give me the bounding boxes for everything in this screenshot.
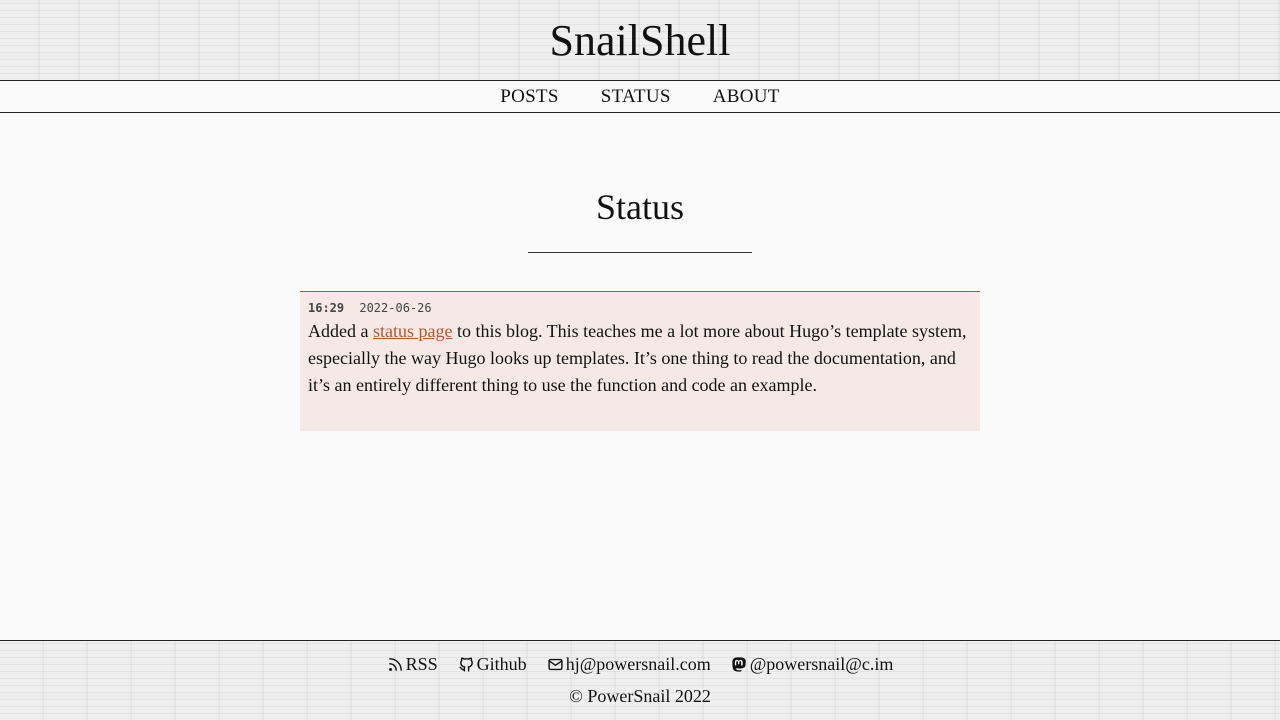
- status-time: 16:29: [308, 301, 345, 315]
- status-text: Added a status page to this blog. This t…: [308, 318, 972, 399]
- site-header: SnailShell: [0, 0, 1280, 80]
- page-title: Status: [595, 187, 684, 227]
- status-text-before: Added a: [308, 321, 373, 341]
- footer-link-email[interactable]: hj@powersnail.com: [547, 654, 711, 675]
- page: SnailShell POSTS STATUS ABOUT Status 16:…: [0, 0, 1280, 720]
- rss-icon: [387, 656, 404, 673]
- footer-link-mastodon[interactable]: @powersnail@c.im: [731, 653, 894, 675]
- footer-link-label: @powersnail@c.im: [749, 653, 894, 674]
- footer-links: RSS Github hj@powersnail.com @powersnail…: [0, 653, 1280, 675]
- heading-divider: [528, 252, 752, 253]
- site-title[interactable]: SnailShell: [550, 0, 731, 66]
- main-content: Status 16:29 2022-06-26 Added a status p…: [0, 113, 1280, 640]
- status-date: 2022-06-26: [359, 301, 432, 315]
- nav-item-about[interactable]: ABOUT: [713, 86, 780, 108]
- status-entry: 16:29 2022-06-26 Added a status page to …: [300, 291, 980, 431]
- footer-link-github[interactable]: Github: [458, 654, 527, 675]
- copyright: © PowerSnail 2022: [569, 686, 711, 706]
- status-meta: 16:29 2022-06-26: [308, 300, 972, 316]
- footer-link-rss[interactable]: RSS: [387, 654, 438, 675]
- site-footer: RSS Github hj@powersnail.com @powersnail…: [0, 640, 1280, 720]
- nav-item-posts[interactable]: POSTS: [500, 86, 559, 108]
- github-icon: [458, 656, 475, 673]
- footer-link-label: Github: [476, 653, 527, 674]
- mail-icon: [547, 656, 564, 673]
- status-page-link[interactable]: status page: [373, 321, 452, 341]
- mastodon-icon: [731, 656, 748, 673]
- footer-link-label: hj@powersnail.com: [565, 653, 711, 674]
- footer-link-label: RSS: [405, 653, 438, 674]
- main-nav: POSTS STATUS ABOUT: [0, 80, 1280, 113]
- nav-item-status[interactable]: STATUS: [601, 86, 671, 108]
